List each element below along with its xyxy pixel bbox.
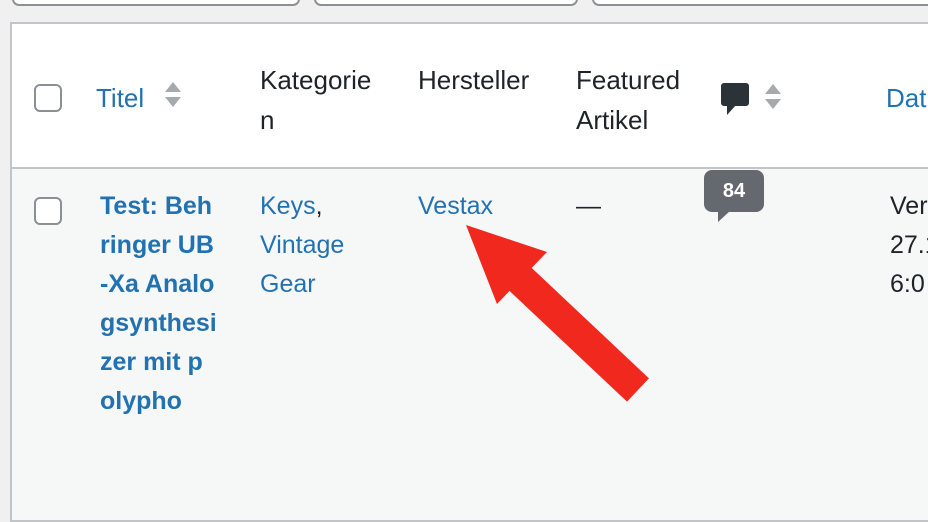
comment-count-badge[interactable]: 84 — [704, 170, 764, 222]
date-status: Ver — [890, 192, 928, 220]
category-vintage-gear-link[interactable]: Vintage Gear — [260, 231, 344, 298]
select-all-checkbox[interactable] — [34, 84, 62, 112]
top-control-3[interactable] — [592, 0, 928, 6]
featured-value: — — [576, 192, 601, 220]
column-categories: Kategorien — [260, 65, 372, 135]
date-day: 27.1 — [890, 231, 928, 259]
top-control-1[interactable] — [12, 0, 300, 6]
column-manufacturer: Hersteller — [418, 65, 530, 95]
column-title[interactable]: Titel — [96, 78, 144, 118]
category-separator: , — [315, 192, 323, 220]
manufacturer-link[interactable]: Vestax — [418, 187, 493, 226]
date-time: 6:0 — [890, 270, 925, 298]
comments-sort-indicator-icon[interactable] — [764, 82, 782, 112]
category-keys-link[interactable]: Keys — [260, 192, 316, 220]
post-title-link[interactable]: Test: Behringer UB-Xa Analogsynthesizer … — [100, 187, 218, 421]
date-cell: Ver 27.1 6:0 — [890, 187, 928, 304]
categories-cell: Keys, Vintage Gear — [260, 187, 370, 304]
column-featured: Featured Artikel — [576, 65, 681, 135]
column-date[interactable]: Datum — [886, 78, 928, 118]
table-header: Titel Kategorien Hersteller Featured Art… — [12, 24, 928, 169]
posts-table: Titel Kategorien Hersteller Featured Art… — [10, 22, 928, 522]
table-row: Test: Behringer UB-Xa Analogsynthesizer … — [12, 169, 928, 520]
row-checkbox[interactable] — [34, 197, 62, 225]
top-control-2[interactable] — [314, 0, 578, 6]
sort-indicator-icon[interactable] — [164, 80, 182, 110]
comment-icon[interactable] — [720, 82, 750, 116]
